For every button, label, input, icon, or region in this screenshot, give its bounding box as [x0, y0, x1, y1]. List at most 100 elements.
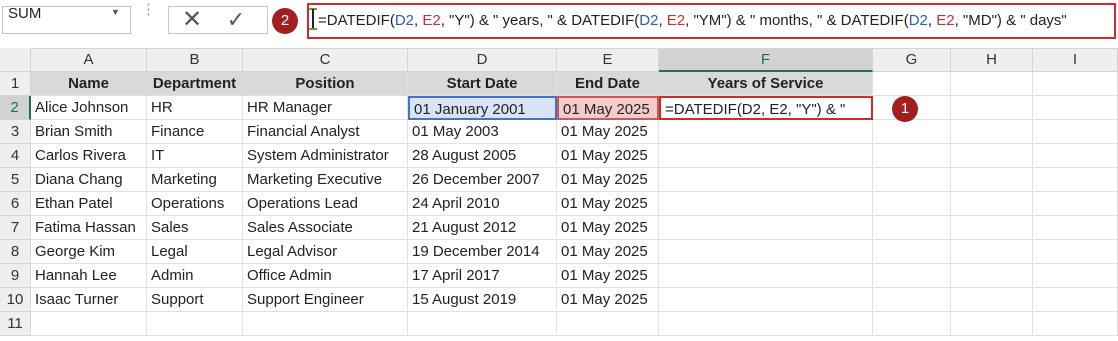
table-cell[interactable] — [659, 216, 873, 240]
empty-cell[interactable] — [951, 312, 1033, 336]
table-cell[interactable]: HR Manager — [243, 96, 408, 120]
empty-cell[interactable] — [1033, 312, 1118, 336]
referenced-cell-d2[interactable]: 01 January 2001 — [408, 96, 557, 120]
referenced-cell-e2[interactable]: 01 May 2025 — [557, 96, 659, 120]
empty-cell[interactable] — [1033, 72, 1118, 96]
row-header-1[interactable]: 1 — [0, 72, 31, 96]
empty-cell[interactable] — [951, 96, 1033, 120]
empty-cell[interactable] — [951, 168, 1033, 192]
table-cell[interactable]: Support — [147, 288, 243, 312]
column-header-d[interactable]: D — [408, 48, 557, 72]
row-header-9[interactable]: 9 — [0, 264, 31, 288]
empty-cell[interactable] — [873, 168, 951, 192]
row-header-2[interactable]: 2 — [0, 96, 31, 120]
empty-cell[interactable] — [243, 312, 408, 336]
empty-cell[interactable] — [1033, 120, 1118, 144]
table-cell[interactable]: 26 December 2007 — [408, 168, 557, 192]
empty-cell[interactable] — [659, 312, 873, 336]
column-header-i[interactable]: I — [1033, 48, 1118, 72]
column-header-a[interactable]: A — [31, 48, 147, 72]
table-cell[interactable] — [659, 144, 873, 168]
formula-bar-grip-icon[interactable]: ⋮ — [141, 2, 156, 31]
row-header-7[interactable]: 7 — [0, 216, 31, 240]
row-header-10[interactable]: 10 — [0, 288, 31, 312]
column-header-f[interactable]: F — [659, 48, 873, 72]
column-title-cell[interactable]: End Date — [557, 72, 659, 96]
empty-cell[interactable] — [873, 240, 951, 264]
empty-cell[interactable] — [147, 312, 243, 336]
column-header-h[interactable]: H — [951, 48, 1033, 72]
empty-cell[interactable] — [951, 72, 1033, 96]
empty-cell[interactable] — [31, 312, 147, 336]
empty-cell[interactable] — [873, 312, 951, 336]
table-cell[interactable]: 01 May 2003 — [408, 120, 557, 144]
table-cell[interactable] — [659, 192, 873, 216]
empty-cell[interactable] — [951, 120, 1033, 144]
table-cell[interactable]: George Kim — [31, 240, 147, 264]
empty-cell[interactable] — [873, 144, 951, 168]
column-header-c[interactable]: C — [243, 48, 408, 72]
table-cell[interactable]: Office Admin — [243, 264, 408, 288]
table-cell[interactable]: 19 December 2014 — [408, 240, 557, 264]
column-header-b[interactable]: B — [147, 48, 243, 72]
column-title-cell[interactable]: Position — [243, 72, 408, 96]
row-header-6[interactable]: 6 — [0, 192, 31, 216]
empty-cell[interactable] — [1033, 168, 1118, 192]
table-cell[interactable]: 01 May 2025 — [557, 240, 659, 264]
empty-cell[interactable] — [951, 264, 1033, 288]
cancel-icon[interactable]: ✕ — [180, 6, 204, 34]
table-cell[interactable]: Support Engineer — [243, 288, 408, 312]
table-cell[interactable]: Admin — [147, 264, 243, 288]
empty-cell[interactable] — [1033, 240, 1118, 264]
empty-cell[interactable] — [873, 288, 951, 312]
table-cell[interactable]: Carlos Rivera — [31, 144, 147, 168]
empty-cell[interactable] — [1033, 96, 1118, 120]
empty-cell[interactable] — [1033, 216, 1118, 240]
active-cell-f2[interactable]: =DATEDIF(D2, E2, "Y") & " — [659, 96, 873, 120]
enter-icon[interactable]: ✓ — [224, 6, 248, 34]
table-cell[interactable]: System Administrator — [243, 144, 408, 168]
empty-cell[interactable] — [951, 240, 1033, 264]
table-cell[interactable]: Operations Lead — [243, 192, 408, 216]
table-cell[interactable]: 01 May 2025 — [557, 288, 659, 312]
table-cell[interactable]: 01 May 2025 — [557, 264, 659, 288]
table-cell[interactable]: 01 May 2025 — [557, 216, 659, 240]
table-cell[interactable] — [659, 288, 873, 312]
table-cell[interactable]: Sales — [147, 216, 243, 240]
table-cell[interactable]: 01 May 2025 — [557, 168, 659, 192]
empty-cell[interactable] — [1033, 144, 1118, 168]
table-cell[interactable]: HR — [147, 96, 243, 120]
empty-cell[interactable] — [1033, 288, 1118, 312]
table-cell[interactable]: 01 May 2025 — [557, 144, 659, 168]
table-cell[interactable]: Alice Johnson — [31, 96, 147, 120]
table-cell[interactable]: Hannah Lee — [31, 264, 147, 288]
table-cell[interactable] — [659, 168, 873, 192]
empty-cell[interactable] — [873, 192, 951, 216]
table-cell[interactable] — [659, 240, 873, 264]
table-cell[interactable] — [659, 120, 873, 144]
table-cell[interactable]: 17 April 2017 — [408, 264, 557, 288]
empty-cell[interactable] — [1033, 192, 1118, 216]
empty-cell[interactable] — [873, 72, 951, 96]
table-cell[interactable]: 01 May 2025 — [557, 192, 659, 216]
table-cell[interactable]: Legal — [147, 240, 243, 264]
table-cell[interactable]: Finance — [147, 120, 243, 144]
column-header-e[interactable]: E — [557, 48, 659, 72]
empty-cell[interactable] — [951, 144, 1033, 168]
table-cell[interactable] — [659, 264, 873, 288]
table-cell[interactable]: 28 August 2005 — [408, 144, 557, 168]
column-header-g[interactable]: G — [873, 48, 951, 72]
table-cell[interactable]: Marketing Executive — [243, 168, 408, 192]
empty-cell[interactable] — [557, 312, 659, 336]
column-title-cell[interactable]: Name — [31, 72, 147, 96]
table-cell[interactable]: IT — [147, 144, 243, 168]
table-cell[interactable]: 21 August 2012 — [408, 216, 557, 240]
column-title-cell[interactable]: Start Date — [408, 72, 557, 96]
table-cell[interactable]: Sales Associate — [243, 216, 408, 240]
row-header-5[interactable]: 5 — [0, 168, 31, 192]
table-cell[interactable]: 15 August 2019 — [408, 288, 557, 312]
column-title-cell[interactable]: Years of Service — [659, 72, 873, 96]
row-header-11[interactable]: 11 — [0, 312, 31, 336]
table-cell[interactable]: Isaac Turner — [31, 288, 147, 312]
table-cell[interactable]: 24 April 2010 — [408, 192, 557, 216]
